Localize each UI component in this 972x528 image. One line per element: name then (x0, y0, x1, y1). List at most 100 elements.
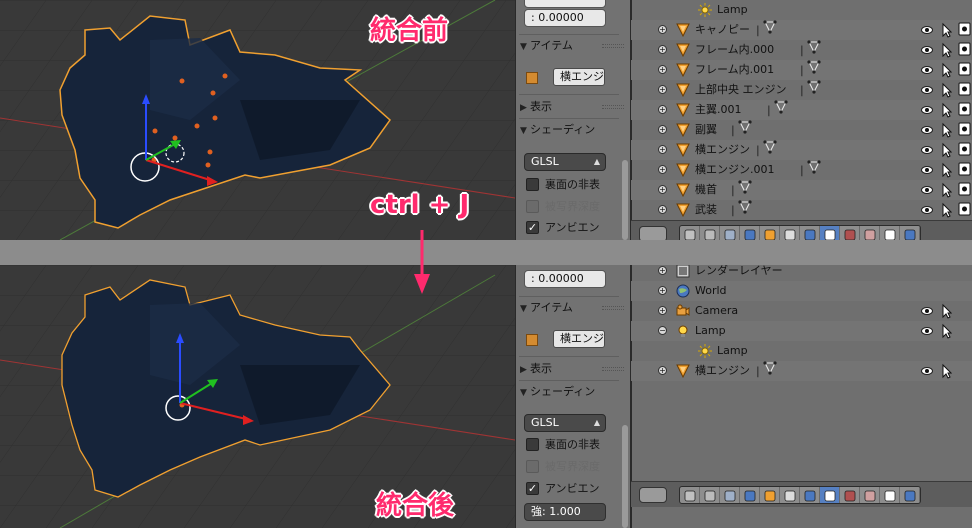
mesh-data-icon: | (756, 361, 777, 382)
outliner-row[interactable]: Lamp (631, 341, 972, 361)
tab-physics-icon[interactable] (900, 226, 920, 240)
render-camera-icon[interactable] (958, 122, 971, 136)
dimension-field[interactable]: : 0.00000 (524, 270, 606, 288)
tab-texture-icon[interactable] (860, 226, 880, 240)
outliner-row[interactable]: + 機首 | (631, 180, 972, 200)
outliner-item-label: 副翼 (695, 123, 717, 136)
outliner-row[interactable]: + Camera (631, 301, 972, 321)
tab-object-icon[interactable] (760, 226, 780, 240)
render-camera-icon[interactable] (958, 82, 971, 96)
dof-checkbox[interactable]: 被写界深度 (526, 199, 600, 215)
tab-modifiers-icon[interactable] (800, 226, 820, 240)
outliner-row[interactable]: + フレーム内.001 | (631, 60, 972, 80)
expand-icon[interactable]: + (658, 105, 667, 114)
expand-icon[interactable]: + (658, 185, 667, 194)
tab-render-layers-icon[interactable] (700, 487, 720, 503)
outliner-row[interactable]: + レンダーレイヤー (631, 265, 972, 281)
editor-type-menu[interactable] (639, 487, 667, 503)
properties-header-bar (631, 220, 972, 240)
expand-icon[interactable]: + (658, 65, 667, 74)
top-value-field[interactable] (524, 0, 606, 8)
expand-icon[interactable]: + (658, 306, 667, 315)
render-camera-icon[interactable] (958, 62, 971, 76)
outliner-row[interactable]: + フレーム内.000 | (631, 40, 972, 60)
divider (519, 118, 619, 119)
tab-world-icon[interactable] (740, 226, 760, 240)
expand-icon[interactable]: + (658, 45, 667, 54)
tab-scene-icon[interactable] (720, 487, 740, 503)
outliner-row[interactable]: + 上部中央 エンジン | (631, 80, 972, 100)
outliner-row[interactable]: + 横エンジン | (631, 361, 972, 381)
shading-panel-header[interactable]: ▼ シェーディン (520, 383, 595, 401)
expand-icon[interactable]: + (658, 165, 667, 174)
shading-panel-header[interactable]: ▼ シェーディン (520, 121, 595, 139)
render-camera-icon[interactable] (958, 162, 971, 176)
outliner-row[interactable]: + 副翼 | (631, 120, 972, 140)
visibility-eye-icon[interactable] (921, 361, 933, 388)
tab-material-icon[interactable] (840, 487, 860, 503)
outliner-row[interactable]: + キャノピー | (631, 20, 972, 40)
ambient-checkbox[interactable]: ✓ アンビエン (526, 220, 600, 236)
properties-panel-before: : 0.00000 ▼ アイテム 横エンジ ▶ 表示 ▼ シェーディン GLSL ▲ 裏… (515, 0, 630, 240)
display-panel-header[interactable]: ▶ 表示 (520, 98, 624, 116)
expand-icon[interactable]: + (658, 286, 667, 295)
before-join-screen: : 0.00000 ▼ アイテム 横エンジ ▶ 表示 ▼ シェーディン GLSL ▲ 裏… (0, 0, 972, 240)
expand-icon[interactable]: + (658, 85, 667, 94)
render-camera-icon[interactable] (958, 102, 971, 116)
expand-icon[interactable]: + (658, 266, 667, 275)
tab-constraints-icon[interactable] (780, 226, 800, 240)
render-camera-icon[interactable] (958, 22, 971, 36)
item-panel-header[interactable]: ▼ アイテム (520, 299, 624, 317)
tab-particles-icon[interactable] (880, 487, 900, 503)
tab-texture-icon[interactable] (860, 487, 880, 503)
divider (519, 94, 619, 95)
object-name-field[interactable]: 横エンジ (553, 68, 605, 86)
tab-modifiers-icon[interactable] (800, 487, 820, 503)
tab-render-icon[interactable] (680, 226, 700, 240)
tab-world-icon[interactable] (740, 487, 760, 503)
render-camera-icon[interactable] (958, 182, 971, 196)
outliner-row[interactable]: Lamp (631, 0, 972, 20)
outliner-row[interactable]: + 横エンジン.001 | (631, 160, 972, 180)
expand-icon[interactable]: + (658, 125, 667, 134)
selectable-cursor-icon[interactable] (942, 361, 953, 388)
tab-mesh-data-icon[interactable] (820, 226, 840, 240)
tab-render-icon[interactable] (680, 487, 700, 503)
display-panel-header[interactable]: ▶ 表示 (520, 360, 624, 378)
expand-icon[interactable]: + (658, 366, 667, 375)
outliner-row[interactable]: + World (631, 281, 972, 301)
expand-icon[interactable]: + (658, 205, 667, 214)
shading-mode-select[interactable]: GLSL ▲ (524, 414, 606, 432)
tab-physics-icon[interactable] (900, 487, 920, 503)
outliner-row[interactable]: + 主翼.001 | (631, 100, 972, 120)
shading-mode-select[interactable]: GLSL ▲ (524, 153, 606, 171)
tab-constraints-icon[interactable] (780, 487, 800, 503)
outliner-row[interactable]: + 横エンジン | (631, 140, 972, 160)
expand-icon[interactable]: + (658, 25, 667, 34)
render-camera-icon[interactable] (958, 202, 971, 216)
tab-particles-icon[interactable] (880, 226, 900, 240)
tab-object-icon[interactable] (760, 487, 780, 503)
tab-scene-icon[interactable] (720, 226, 740, 240)
render-camera-icon[interactable] (958, 142, 971, 156)
expand-icon[interactable]: − (658, 326, 667, 335)
render-camera-icon[interactable] (958, 42, 971, 56)
item-panel-header[interactable]: ▼ アイテム (520, 37, 624, 55)
object-name-field[interactable]: 横エンジ (553, 330, 605, 348)
properties-scrollbar[interactable] (622, 0, 628, 240)
outliner-row[interactable]: − Lamp (631, 321, 972, 341)
backface-checkbox[interactable]: 裏面の非表 (526, 177, 600, 193)
editor-type-menu[interactable] (639, 226, 667, 240)
tab-mesh-data-icon[interactable] (820, 487, 840, 503)
dof-checkbox[interactable]: 被写界深度 (526, 459, 600, 475)
outliner-row[interactable]: + 武装 | (631, 200, 972, 220)
properties-scrollbar[interactable] (622, 265, 628, 528)
tab-material-icon[interactable] (840, 226, 860, 240)
backface-checkbox[interactable]: 裏面の非表 (526, 437, 600, 453)
dimension-field[interactable]: : 0.00000 (524, 9, 606, 27)
tab-render-layers-icon[interactable] (700, 226, 720, 240)
ambient-strength-field[interactable]: 強: 1.000 (524, 503, 606, 521)
expand-icon[interactable]: + (658, 145, 667, 154)
ambient-checkbox[interactable]: ✓ アンビエン (526, 481, 600, 497)
outliner-item-label: レンダーレイヤー (695, 265, 783, 277)
